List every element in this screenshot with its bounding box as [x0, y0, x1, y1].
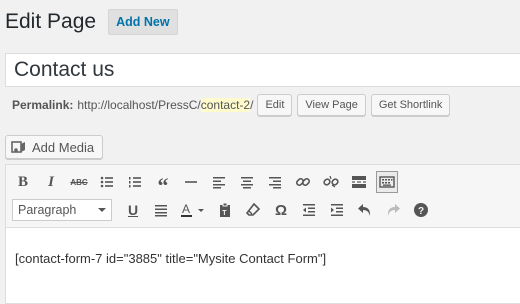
- editor: B I ABC “ Paragraph U A T Ω ? [contact-f…: [5, 164, 520, 304]
- editor-toolbar: B I ABC “ Paragraph U A T Ω ?: [6, 165, 520, 228]
- paste-as-text-icon[interactable]: T: [214, 199, 236, 221]
- undo-icon[interactable]: [354, 199, 376, 221]
- justify-icon[interactable]: [150, 199, 172, 221]
- clear-formatting-icon[interactable]: [242, 199, 264, 221]
- svg-text:T: T: [222, 210, 227, 217]
- view-page-button[interactable]: View Page: [297, 94, 366, 116]
- align-left-icon[interactable]: [208, 171, 230, 193]
- special-character-icon[interactable]: Ω: [270, 199, 292, 221]
- post-title-input[interactable]: Contact us: [5, 53, 520, 87]
- strikethrough-icon[interactable]: ABC: [68, 171, 90, 193]
- outdent-icon[interactable]: [298, 199, 320, 221]
- add-media-label: Add Media: [32, 139, 95, 155]
- permalink-label: Permalink:: [12, 98, 74, 112]
- format-select-value: Paragraph: [18, 203, 77, 217]
- edit-permalink-button[interactable]: Edit: [257, 94, 293, 116]
- permalink-slug[interactable]: contact-2: [200, 98, 251, 112]
- insert-link-icon[interactable]: [292, 171, 314, 193]
- blockquote-icon[interactable]: “: [152, 171, 174, 197]
- unlink-icon[interactable]: [320, 171, 342, 193]
- align-center-icon[interactable]: [236, 171, 258, 193]
- italic-icon[interactable]: I: [40, 171, 62, 193]
- toolbar-row-1: B I ABC “: [12, 169, 404, 197]
- format-select[interactable]: Paragraph: [12, 199, 112, 221]
- editor-content[interactable]: [contact-form-7 id="3885" title="Mysite …: [15, 251, 326, 266]
- permalink-row: Permalink: http://localhost/PressC/conta…: [12, 94, 451, 116]
- add-media-button[interactable]: Add Media: [5, 135, 104, 159]
- numbered-list-icon[interactable]: [124, 171, 146, 193]
- underline-icon[interactable]: U: [122, 199, 144, 221]
- help-icon[interactable]: ?: [410, 199, 432, 221]
- toolbar-row-2: Paragraph U A T Ω ?: [12, 197, 438, 223]
- svg-text:A: A: [182, 202, 190, 216]
- add-new-button[interactable]: Add New: [108, 9, 178, 35]
- toolbar-toggle-icon[interactable]: [376, 171, 398, 193]
- horizontal-line-icon[interactable]: [180, 171, 202, 193]
- bulleted-list-icon[interactable]: [96, 171, 118, 193]
- page-heading-row: Edit Page Add New: [5, 6, 178, 38]
- chevron-down-icon: [98, 208, 106, 212]
- svg-text:?: ?: [418, 206, 424, 217]
- redo-icon[interactable]: [382, 199, 404, 221]
- page-title: Edit Page: [5, 10, 97, 33]
- align-right-icon[interactable]: [264, 171, 286, 193]
- media-icon: [11, 141, 25, 153]
- indent-icon[interactable]: [326, 199, 348, 221]
- bold-icon[interactable]: B: [12, 171, 34, 193]
- permalink-trailing-slash: /: [250, 98, 254, 112]
- read-more-icon[interactable]: [348, 171, 370, 193]
- permalink-base-url[interactable]: http://localhost/PressC/: [77, 98, 200, 112]
- get-shortlink-button[interactable]: Get Shortlink: [370, 94, 451, 116]
- text-color-icon[interactable]: A: [178, 199, 208, 221]
